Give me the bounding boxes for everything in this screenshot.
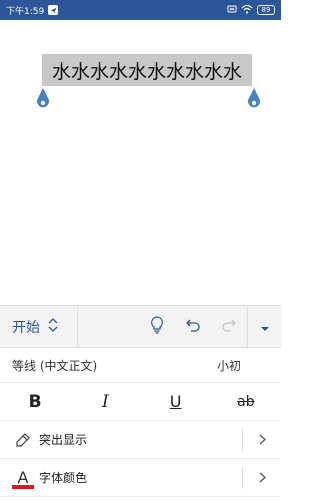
redo-icon bbox=[221, 317, 237, 337]
document-canvas[interactable]: 水水水水水水水水水水 bbox=[0, 20, 281, 334]
lightbulb-icon bbox=[150, 315, 164, 338]
font-name[interactable]: 等线 (中文正文) bbox=[12, 357, 97, 374]
highlighter-icon bbox=[12, 429, 34, 451]
alarm-icon bbox=[227, 4, 237, 17]
font-color-icon: A bbox=[12, 467, 34, 489]
app-notification-icon bbox=[48, 5, 59, 15]
status-time: 下午1:59 bbox=[6, 6, 45, 17]
ribbon-toolbar: 开始 bbox=[0, 305, 281, 348]
bold-button[interactable]: B bbox=[15, 383, 55, 421]
battery-level: 89 bbox=[261, 6, 271, 14]
redo-button[interactable] bbox=[211, 305, 247, 348]
wifi-icon bbox=[241, 4, 253, 17]
font-color-chevron-icon[interactable] bbox=[243, 459, 281, 497]
font-color-label: 字体颜色 bbox=[39, 471, 88, 485]
formatting-panel: 等线 (中文正文) 小初 B I U ab 突出显示 A 字体颜色 bbox=[0, 348, 281, 500]
undo-icon bbox=[185, 317, 201, 337]
tell-me-button[interactable] bbox=[139, 305, 175, 348]
status-right: 89 bbox=[227, 4, 275, 17]
format-buttons-row: B I U ab bbox=[0, 383, 281, 421]
font-row[interactable]: 等线 (中文正文) 小初 bbox=[0, 348, 281, 383]
strikethrough-button[interactable]: ab bbox=[226, 383, 266, 421]
more-dropdown-icon bbox=[260, 317, 270, 336]
selection-start-handle[interactable] bbox=[36, 88, 50, 112]
battery-icon: 89 bbox=[257, 5, 275, 15]
font-color-row[interactable]: A 字体颜色 bbox=[0, 459, 281, 497]
undo-button[interactable] bbox=[175, 305, 211, 348]
italic-button[interactable]: I bbox=[85, 383, 125, 421]
status-left: 下午1:59 bbox=[6, 4, 59, 17]
selection-end-handle[interactable] bbox=[247, 88, 261, 112]
status-bar: 下午1:59 89 bbox=[0, 0, 281, 20]
ribbon-tab-selector[interactable]: 开始 bbox=[0, 306, 78, 347]
highlight-chevron-icon[interactable] bbox=[243, 421, 281, 459]
ribbon-tab-label: 开始 bbox=[12, 319, 40, 336]
font-color-glyph: A bbox=[17, 467, 29, 487]
expand-collapse-icon bbox=[48, 317, 58, 337]
underline-button[interactable]: U bbox=[156, 383, 196, 421]
selected-text[interactable]: 水水水水水水水水水水 bbox=[42, 54, 252, 86]
font-color-swatch bbox=[12, 484, 34, 489]
highlight-row[interactable]: 突出显示 bbox=[0, 421, 281, 459]
font-size[interactable]: 小初 bbox=[217, 357, 241, 374]
ribbon-more-button[interactable] bbox=[247, 305, 281, 348]
highlight-label: 突出显示 bbox=[39, 433, 88, 447]
